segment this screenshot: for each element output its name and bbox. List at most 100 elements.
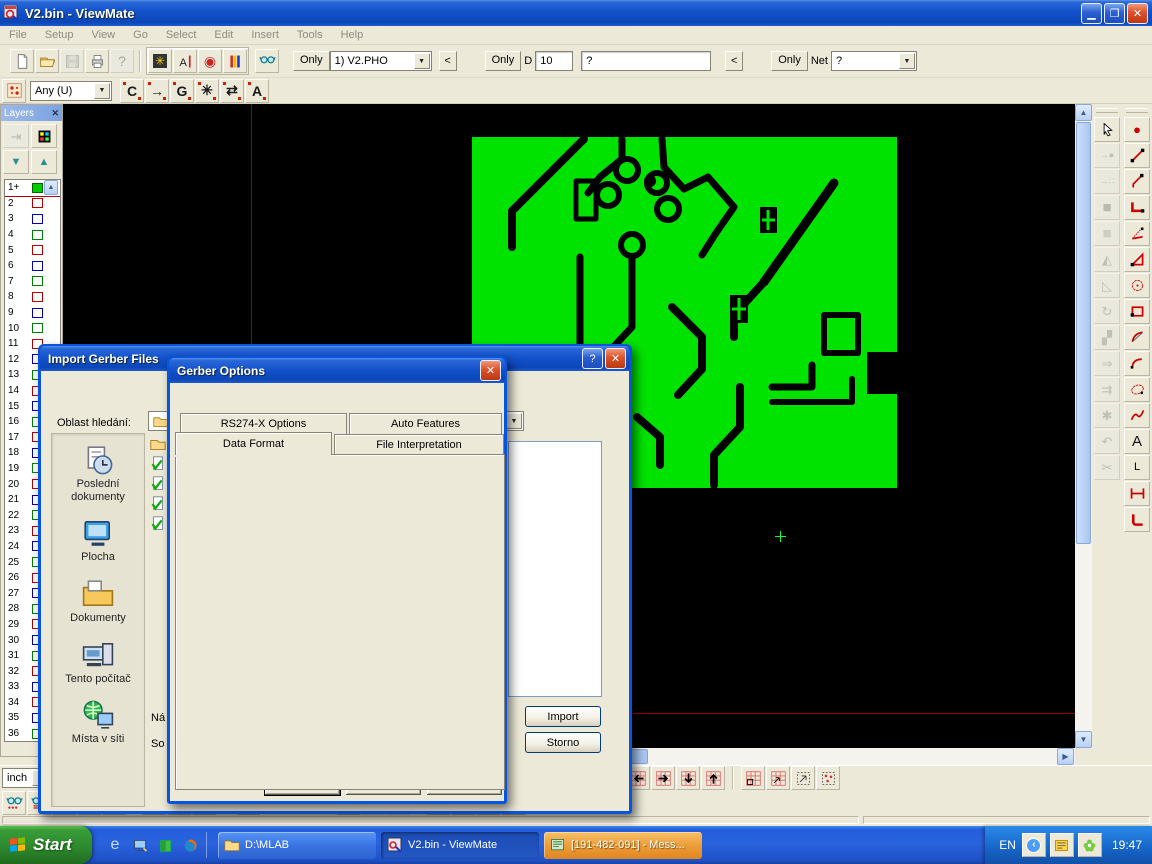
place-my-computer[interactable]: Tento počítač [54, 639, 142, 686]
layer-colors-button[interactable] [223, 49, 247, 73]
task-mlab-folder[interactable]: D:\MLAB [218, 832, 376, 859]
layer-row-6[interactable]: 6 [5, 258, 60, 274]
draw-rectangle-button[interactable] [1124, 299, 1150, 324]
layer-color-swatch[interactable] [32, 198, 43, 208]
chevron-down-icon[interactable]: ▼ [94, 83, 110, 99]
print-button[interactable] [85, 49, 109, 73]
layer-row-4[interactable]: 4 [5, 227, 60, 243]
menu-help[interactable]: Help [332, 27, 373, 43]
previous-dcode-button[interactable]: < [725, 51, 743, 71]
start-button[interactable]: Start [0, 826, 92, 864]
scroll-down-icon[interactable]: ▼ [1075, 731, 1092, 748]
pan-up-button[interactable] [701, 766, 725, 790]
draw-circle-button[interactable] [1124, 273, 1150, 298]
net-combo[interactable]: ? ▼ [831, 51, 917, 71]
layer-row-7[interactable]: 7 [5, 274, 60, 290]
draw-arc-angle-button[interactable] [1124, 221, 1150, 246]
vertical-scrollbar[interactable]: ▲ ▼ [1075, 104, 1092, 748]
vertical-scroll-thumb[interactable] [1076, 122, 1091, 544]
place-desktop[interactable]: Plocha [54, 517, 142, 564]
measure-button[interactable]: A [173, 49, 197, 73]
menu-go[interactable]: Go [124, 27, 157, 43]
dialog-close-button[interactable]: ✕ [605, 348, 626, 369]
tab-data-format[interactable]: Data Format [175, 432, 332, 455]
close-button[interactable]: ✕ [1127, 3, 1148, 24]
menu-view[interactable]: View [82, 27, 124, 43]
previous-layer-button[interactable]: < [439, 51, 457, 71]
layer-color-swatch[interactable] [32, 183, 43, 193]
grid-move-button[interactable] [766, 766, 790, 790]
hide-icons-chevron-button[interactable]: ‹ [1022, 833, 1046, 857]
birdseye-view-button[interactable]: ✳ [148, 49, 172, 73]
select-mode-button[interactable] [2, 79, 26, 103]
draw-sketch-button[interactable] [1124, 403, 1150, 428]
move-layer-down-button[interactable]: ▼ [3, 150, 29, 174]
task-message[interactable]: [191-482-091] - Mess... [544, 832, 702, 859]
draw-rect-corner-button[interactable] [1124, 195, 1150, 220]
import-button[interactable]: Import [525, 706, 601, 727]
zoom-points-button[interactable] [816, 766, 840, 790]
place-recent-documents[interactable]: Poslední dokumenty [54, 444, 142, 503]
draw-dimension-button[interactable] [1124, 481, 1150, 506]
draw-text-button[interactable]: A [1124, 429, 1150, 454]
draw-curve-button[interactable] [1124, 325, 1150, 350]
only-net-button[interactable]: Only [771, 51, 808, 71]
draw-polyline-button[interactable] [1124, 169, 1150, 194]
open-folder-button[interactable] [35, 49, 59, 73]
chevron-down-icon[interactable]: ▼ [899, 53, 915, 69]
layer-row-3[interactable]: 3 [5, 211, 60, 227]
draw-corner-button[interactable] [1124, 507, 1150, 532]
move-layer-up-button[interactable]: ▲ [31, 150, 57, 174]
layer-row-10[interactable]: 10 [5, 320, 60, 336]
draw-pad-button[interactable]: ● [1124, 117, 1150, 142]
tab-rs274x-options[interactable]: RS274-X Options [180, 413, 347, 434]
dcode-field[interactable]: 10 [535, 51, 573, 71]
layer-row-8[interactable]: 8 [5, 289, 60, 305]
language-indicator[interactable]: EN [999, 838, 1016, 852]
select-text-button[interactable]: A [245, 79, 269, 103]
layer-scroll-up-icon[interactable]: ▲ [44, 180, 58, 195]
film-glasses-button[interactable] [255, 49, 279, 73]
checked-file-icon[interactable] [149, 495, 167, 513]
layer-color-swatch[interactable] [32, 308, 43, 318]
select-cursor-button[interactable] [1094, 117, 1120, 142]
layer-color-swatch[interactable] [32, 230, 43, 240]
folder-icon[interactable] [149, 435, 167, 453]
draw-arc-button[interactable] [1124, 351, 1150, 376]
firefox-button[interactable] [179, 833, 201, 857]
scroll-right-icon[interactable]: ▶ [1057, 748, 1074, 765]
select-flash-button[interactable]: ✳ [195, 79, 219, 103]
dialog-close-button[interactable]: ✕ [480, 360, 501, 381]
show-desktop-button[interactable] [129, 833, 151, 857]
task-viewmate[interactable]: V2.bin - ViewMate [381, 832, 539, 859]
only-layer-button[interactable]: Only [293, 51, 330, 71]
menu-edit[interactable]: Edit [205, 27, 242, 43]
select-trace-button[interactable]: ⇄ [220, 79, 244, 103]
layer-row-9[interactable]: 9 [5, 305, 60, 321]
layer-setup-button[interactable] [31, 124, 57, 148]
tab-file-interpretation[interactable]: File Interpretation [334, 434, 504, 455]
notes-tray-button[interactable] [1050, 833, 1074, 857]
minimize-button[interactable]: ▁ [1081, 3, 1102, 24]
layer-color-swatch[interactable] [32, 245, 43, 255]
menu-tools[interactable]: Tools [288, 27, 332, 43]
menu-insert[interactable]: Insert [242, 27, 288, 43]
select-component-button[interactable]: C [120, 79, 144, 103]
chevron-down-icon[interactable]: ▼ [506, 413, 522, 429]
layer-color-swatch[interactable] [32, 261, 43, 271]
select-gerber-button[interactable]: G [170, 79, 194, 103]
new-document-button[interactable] [10, 49, 34, 73]
layer-combo[interactable]: 1) V2.PHO ▼ [330, 51, 432, 71]
pan-right-button[interactable] [651, 766, 675, 790]
select-filter-combo[interactable]: Any (U) ▼ [30, 81, 112, 101]
cancel-button[interactable]: Storno [525, 732, 601, 753]
place-documents[interactable]: Dokumenty [54, 578, 142, 625]
draw-line-button[interactable] [1124, 143, 1150, 168]
pan-down-button[interactable] [676, 766, 700, 790]
draw-triangle-button[interactable] [1124, 247, 1150, 272]
place-network-places[interactable]: Místa v síti [54, 699, 142, 746]
highlight-button[interactable]: ◉ [198, 49, 222, 73]
icq-tray-button[interactable] [1078, 833, 1102, 857]
checked-file-icon[interactable] [149, 455, 167, 473]
layer-color-swatch[interactable] [32, 214, 43, 224]
